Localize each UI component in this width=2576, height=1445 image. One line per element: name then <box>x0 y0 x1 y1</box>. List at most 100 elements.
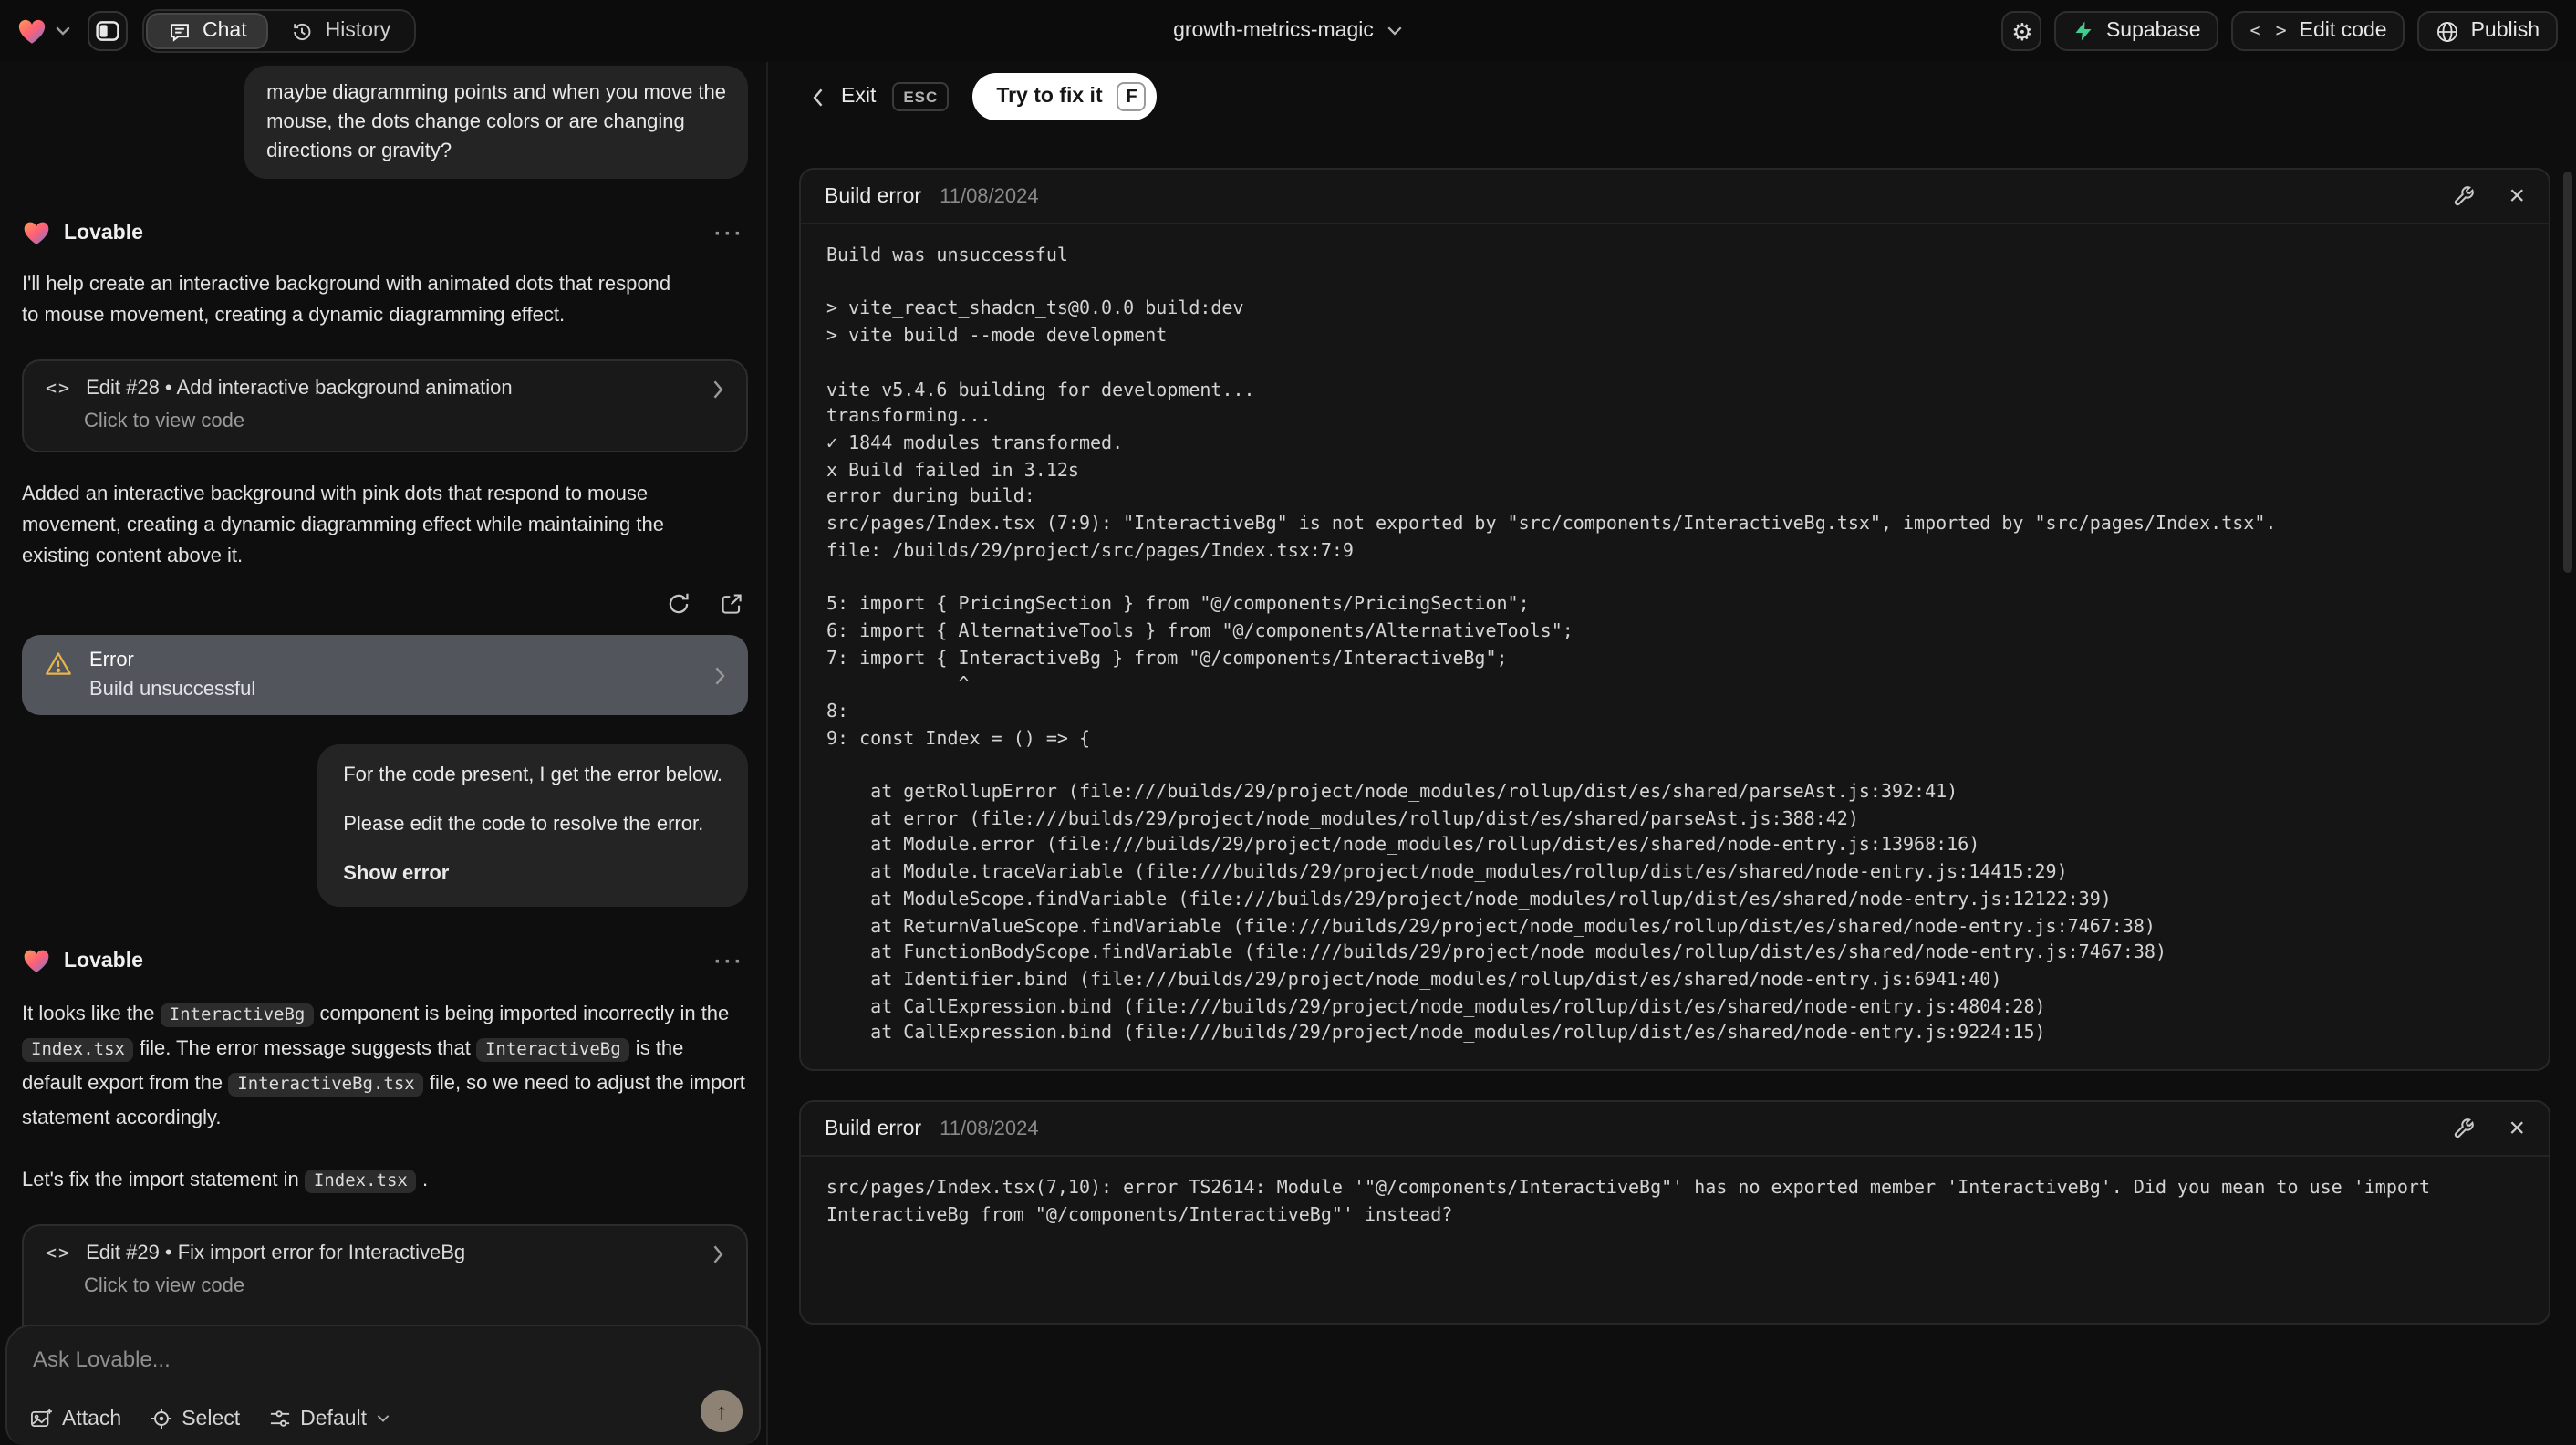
chevron-down-icon <box>55 26 71 36</box>
try-to-fix-button[interactable]: Try to fix it F <box>972 73 1158 120</box>
supabase-bolt-icon <box>2073 20 2095 42</box>
error-card[interactable]: Error Build unsuccessful <box>22 635 748 715</box>
tab-chat-label: Chat <box>203 20 247 42</box>
assistant-text: Let's fix the import statement in Index.… <box>22 1170 429 1193</box>
select-button[interactable]: Select <box>149 1407 240 1430</box>
build-error-panel: Build error 11/08/2024 × Build was unsuc… <box>799 168 2550 1072</box>
publish-button[interactable]: Publish <box>2417 11 2558 51</box>
user-message-line: For the code present, I get the error be… <box>343 764 722 786</box>
edit-card-subtitle: Click to view code <box>84 411 245 432</box>
edit-code-label: Edit code <box>2299 20 2387 42</box>
warning-triangle-icon <box>44 650 73 679</box>
mode-label: Default <box>300 1408 368 1429</box>
inline-code-chip: Index.tsx <box>304 1170 417 1193</box>
send-button[interactable]: ↑ <box>701 1390 743 1432</box>
chevron-right-icon <box>712 1243 724 1263</box>
project-name: growth-metrics-magic <box>1173 20 1374 42</box>
gear-icon: ⚙ <box>2011 17 2033 45</box>
try-to-fix-label: Try to fix it <box>996 86 1103 108</box>
more-options-icon[interactable]: ··· <box>714 221 748 246</box>
attach-button[interactable]: Attach <box>29 1407 121 1430</box>
wrench-icon[interactable] <box>2452 184 2476 208</box>
chevron-left-icon <box>812 87 825 107</box>
composer-placeholder: Ask Lovable... <box>33 1346 171 1372</box>
publish-label: Publish <box>2470 20 2540 42</box>
inline-code-chip: InteractiveBg <box>475 1038 630 1062</box>
tab-history-label: History <box>325 20 391 42</box>
code-brackets-icon: <> <box>46 379 72 399</box>
build-error-title: Build error <box>825 185 922 207</box>
user-message: For the code present, I get the error be… <box>317 744 748 907</box>
mode-selector[interactable]: Default <box>267 1407 390 1430</box>
fix-toolbar: Exit ESC Try to fix it F <box>812 73 2576 120</box>
chat-bubble-icon <box>168 19 192 43</box>
edit-code-button[interactable]: < > Edit code <box>2231 11 2405 51</box>
build-error-log[interactable]: src/pages/Index.tsx(7,10): error TS2614:… <box>801 1157 2549 1322</box>
build-error-log[interactable]: Build was unsuccessful > vite_react_shad… <box>801 224 2549 1069</box>
message-actions <box>22 591 748 617</box>
workspace-menu-button[interactable] <box>16 16 71 47</box>
settings-button[interactable]: ⚙ <box>2001 11 2042 51</box>
user-message-line: Please edit the code to resolve the erro… <box>343 814 704 836</box>
inline-code-chip: InteractiveBg <box>160 1003 315 1027</box>
f-key-badge: F <box>1117 82 1147 111</box>
arrow-up-icon: ↑ <box>715 1398 728 1425</box>
globe-icon <box>2436 19 2460 43</box>
chevron-down-icon <box>1387 26 1403 36</box>
build-error-header: Build error 11/08/2024 × <box>801 1102 2549 1158</box>
chevron-down-icon <box>376 1414 390 1423</box>
main-area: maybe diagramming points and when you mo… <box>0 62 2576 1445</box>
supabase-button[interactable]: Supabase <box>2054 11 2219 51</box>
panel-toggle-icon <box>95 18 120 44</box>
chat-panel: maybe diagramming points and when you mo… <box>0 62 766 1445</box>
edit-card-row: <> Edit #28 • Add interactive background… <box>46 378 724 400</box>
lovable-heart-icon <box>16 16 47 47</box>
open-external-icon[interactable] <box>719 591 744 617</box>
error-card-subtitle: Build unsuccessful <box>89 679 256 701</box>
chat-message-list: maybe diagramming points and when you mo… <box>0 62 766 1445</box>
select-label: Select <box>182 1408 241 1429</box>
scrollbar-thumb[interactable] <box>2563 172 2572 573</box>
top-bar: Chat History growth-metrics-magic ⚙ Supa… <box>0 0 2576 62</box>
sliders-icon <box>267 1407 291 1430</box>
user-message: maybe diagramming points and when you mo… <box>244 66 748 179</box>
esc-key-badge: ESC <box>892 82 950 111</box>
supabase-label: Supabase <box>2105 20 2201 42</box>
error-card-texts: Error Build unsuccessful <box>89 650 697 701</box>
lovable-heart-icon <box>22 947 51 976</box>
retry-icon[interactable] <box>666 591 691 617</box>
close-icon[interactable]: × <box>2508 182 2525 210</box>
code-brackets-icon: < > <box>2249 21 2289 41</box>
more-options-icon[interactable]: ··· <box>714 949 748 974</box>
assistant-name: Lovable <box>64 223 143 244</box>
build-error-panel: Build error 11/08/2024 × src/pages/Index… <box>799 1100 2550 1324</box>
project-selector[interactable]: growth-metrics-magic <box>1173 20 1403 42</box>
edit-card-28[interactable]: <> Edit #28 • Add interactive background… <box>22 359 748 452</box>
edit-card-subtitle: Click to view code <box>84 1275 245 1297</box>
sidebar-toggle-button[interactable] <box>88 11 128 51</box>
assistant-message-header: Lovable ··· <box>22 219 748 248</box>
build-error-header: Build error 11/08/2024 × <box>801 170 2549 224</box>
history-icon <box>291 19 315 43</box>
build-error-date: 11/08/2024 <box>940 1118 1039 1140</box>
show-error-link[interactable]: Show error <box>343 861 722 889</box>
assistant-text: It looks like the InteractiveBg componen… <box>22 1003 745 1129</box>
close-icon[interactable]: × <box>2508 1115 2525 1142</box>
error-card-title: Error <box>89 650 134 671</box>
chat-history-tab-group: Chat History <box>142 9 417 53</box>
assistant-name: Lovable <box>64 951 143 972</box>
wrench-icon[interactable] <box>2452 1117 2476 1140</box>
tab-history[interactable]: History <box>269 13 413 49</box>
crosshair-icon <box>149 1407 172 1430</box>
chevron-right-icon <box>713 665 726 685</box>
exit-button[interactable]: Exit ESC <box>812 82 950 111</box>
assistant-text: I'll help create an interactive backgrou… <box>22 274 671 327</box>
build-error-title: Build error <box>825 1118 922 1140</box>
edit-card-title: Edit #28 • Add interactive background an… <box>86 378 513 400</box>
edit-card-title: Edit #29 • Fix import error for Interact… <box>86 1242 466 1264</box>
assistant-message-header: Lovable ··· <box>22 947 748 976</box>
chat-composer[interactable]: Ask Lovable... Attach Select Default ↑ <box>5 1325 761 1445</box>
exit-label: Exit <box>841 86 877 108</box>
inline-code-chip: Index.tsx <box>22 1038 134 1062</box>
tab-chat[interactable]: Chat <box>146 13 269 49</box>
